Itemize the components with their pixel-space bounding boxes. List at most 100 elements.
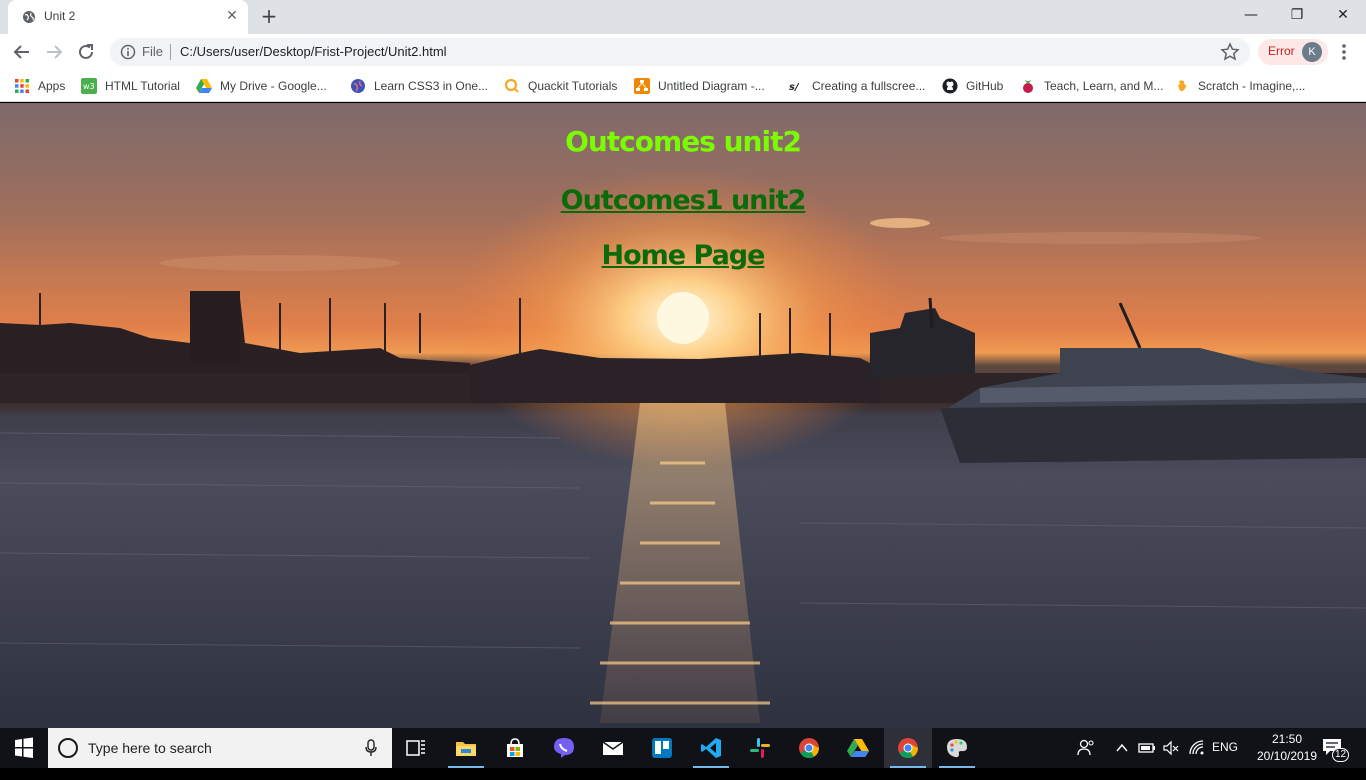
viber-icon bbox=[554, 738, 574, 758]
viber-button[interactable] bbox=[540, 728, 588, 768]
chrome-active-button[interactable] bbox=[884, 728, 932, 768]
github-icon bbox=[942, 78, 958, 94]
windows-taskbar: Type here to search ENG 21:50 20/10/2019… bbox=[0, 728, 1366, 768]
avatar: K bbox=[1302, 42, 1322, 62]
home-page-link[interactable]: Home Page bbox=[0, 240, 1366, 271]
new-tab-button[interactable]: + bbox=[258, 6, 280, 28]
svg-text:w3: w3 bbox=[83, 82, 95, 91]
raspberry-pi-icon bbox=[1023, 80, 1033, 93]
task-view-icon bbox=[406, 740, 425, 756]
search-placeholder: Type here to search bbox=[88, 740, 212, 756]
globe-icon bbox=[351, 79, 365, 93]
scratch-icon bbox=[1178, 80, 1186, 92]
battery-icon[interactable] bbox=[1138, 740, 1156, 756]
bookmark-label: Quackit Tutorials bbox=[528, 79, 618, 93]
store-bag-icon bbox=[507, 738, 523, 757]
bookmark-label: Scratch - Imagine,... bbox=[1198, 79, 1306, 93]
paint-button[interactable] bbox=[933, 728, 981, 768]
chrome-button[interactable] bbox=[785, 728, 833, 768]
w3-icon: w3 bbox=[81, 78, 97, 94]
quackit-icon bbox=[504, 78, 519, 93]
notification-count-badge: 12 bbox=[1332, 748, 1350, 762]
svg-text:s/: s/ bbox=[789, 82, 800, 93]
windows-start-icon[interactable] bbox=[0, 728, 48, 768]
outcomes1-unit2-link[interactable]: Outcomes1 unit2 bbox=[0, 185, 1366, 216]
apps-grid-icon bbox=[15, 79, 29, 93]
bookmark-label: Creating a fullscree... bbox=[812, 79, 926, 93]
bookmark-label: Untitled Diagram -... bbox=[658, 79, 765, 93]
bookmarks-bar: Apps w3 HTML Tutorial My Drive - Google.… bbox=[0, 70, 1366, 102]
drawio-icon bbox=[634, 78, 650, 94]
omnibox-divider bbox=[170, 44, 171, 60]
address-bar[interactable]: File C:/Users/user/Desktop/Frist-Project… bbox=[110, 38, 1250, 66]
trello-button[interactable] bbox=[638, 728, 686, 768]
google-drive-icon bbox=[196, 79, 212, 93]
back-arrow-icon[interactable] bbox=[10, 40, 34, 64]
bookmark-label: GitHub bbox=[966, 79, 1004, 93]
bookmark-fullscreen[interactable]: s/ Creating a fullscree... bbox=[788, 76, 925, 96]
clock-time: 21:50 bbox=[1271, 732, 1303, 746]
action-center-button[interactable]: 12 bbox=[1322, 738, 1350, 762]
slack-icon bbox=[750, 738, 770, 758]
bookmark-apps[interactable]: Apps bbox=[14, 76, 65, 96]
speaker-muted-icon[interactable] bbox=[1162, 739, 1180, 757]
profile-error-button[interactable]: Error K bbox=[1258, 39, 1328, 65]
chrome-icon bbox=[799, 738, 820, 759]
wifi-icon[interactable] bbox=[1188, 739, 1206, 757]
tab-strip: Unit 2 ✕ + — ❐ ✕ bbox=[0, 0, 1366, 34]
microphone-icon[interactable] bbox=[364, 739, 378, 757]
url-text[interactable]: C:/Users/user/Desktop/Frist-Project/Unit… bbox=[180, 44, 447, 59]
reload-icon[interactable] bbox=[74, 40, 98, 64]
bookmark-html-tutorial[interactable]: w3 HTML Tutorial bbox=[81, 76, 180, 96]
globe-icon bbox=[23, 11, 35, 23]
trello-icon bbox=[652, 738, 672, 758]
page-title: Outcomes unit2 bbox=[565, 125, 802, 158]
slack-button[interactable] bbox=[736, 728, 784, 768]
chevron-up-icon[interactable] bbox=[1114, 740, 1130, 756]
folder-icon bbox=[456, 742, 476, 756]
tab-title: Unit 2 bbox=[44, 9, 76, 23]
bookmark-untitled-diagram[interactable]: Untitled Diagram -... bbox=[634, 76, 765, 96]
bookmark-label: Teach, Learn, and M... bbox=[1044, 79, 1164, 93]
close-window-button[interactable]: ✕ bbox=[1320, 0, 1366, 30]
store-button[interactable] bbox=[491, 728, 539, 768]
bookmark-quackit[interactable]: Quackit Tutorials bbox=[504, 76, 617, 96]
task-view-button[interactable] bbox=[392, 728, 440, 768]
mail-button[interactable] bbox=[589, 728, 637, 768]
bookmark-learn-css3[interactable]: Learn CSS3 in One... bbox=[350, 76, 488, 96]
bookmark-github[interactable]: GitHub bbox=[942, 76, 1003, 96]
tab-close-icon[interactable]: ✕ bbox=[224, 8, 240, 24]
page-viewport: Outcomes unit2 Outcomes1 unit2 Home Page bbox=[0, 103, 1366, 728]
clock-date: 20/10/2019 bbox=[1256, 749, 1318, 763]
restore-button[interactable]: ❐ bbox=[1274, 0, 1320, 30]
language-indicator[interactable]: ENG bbox=[1212, 740, 1238, 780]
tab-unit2[interactable]: Unit 2 ✕ bbox=[8, 0, 248, 34]
bookmark-label: My Drive - Google... bbox=[220, 79, 327, 93]
bookmark-raspberry-pi[interactable]: Teach, Learn, and M... bbox=[1020, 76, 1163, 96]
bookmark-label: HTML Tutorial bbox=[105, 79, 180, 93]
vscode-icon bbox=[701, 738, 721, 758]
error-label: Error bbox=[1268, 44, 1295, 58]
google-drive-icon bbox=[847, 739, 869, 757]
bookmark-scratch[interactable]: Scratch - Imagine,... bbox=[1174, 76, 1305, 96]
taskbar-search-box[interactable]: Type here to search bbox=[48, 728, 392, 768]
bookmark-star-icon[interactable] bbox=[1220, 42, 1240, 62]
browser-toolbar: File C:/Users/user/Desktop/Frist-Project… bbox=[0, 34, 1366, 70]
google-drive-button[interactable] bbox=[834, 728, 882, 768]
info-icon[interactable] bbox=[120, 44, 136, 60]
cortana-icon bbox=[58, 738, 78, 758]
people-icon[interactable] bbox=[1076, 738, 1096, 758]
chrome-icon bbox=[898, 738, 919, 759]
paint-palette-icon bbox=[947, 739, 967, 758]
bookmark-my-drive[interactable]: My Drive - Google... bbox=[196, 76, 327, 96]
bookmark-label: Apps bbox=[38, 79, 66, 93]
more-menu-icon[interactable] bbox=[1336, 42, 1352, 62]
minimize-button[interactable]: — bbox=[1228, 0, 1274, 30]
taskbar-clock[interactable]: 21:50 20/10/2019 bbox=[1252, 731, 1322, 765]
mail-icon bbox=[602, 741, 624, 755]
file-explorer-button[interactable] bbox=[442, 728, 490, 768]
forward-arrow-icon[interactable] bbox=[42, 40, 66, 64]
scheme-label: File bbox=[142, 44, 163, 59]
vscode-button[interactable] bbox=[687, 728, 735, 768]
sj-icon: s/ bbox=[789, 82, 800, 93]
